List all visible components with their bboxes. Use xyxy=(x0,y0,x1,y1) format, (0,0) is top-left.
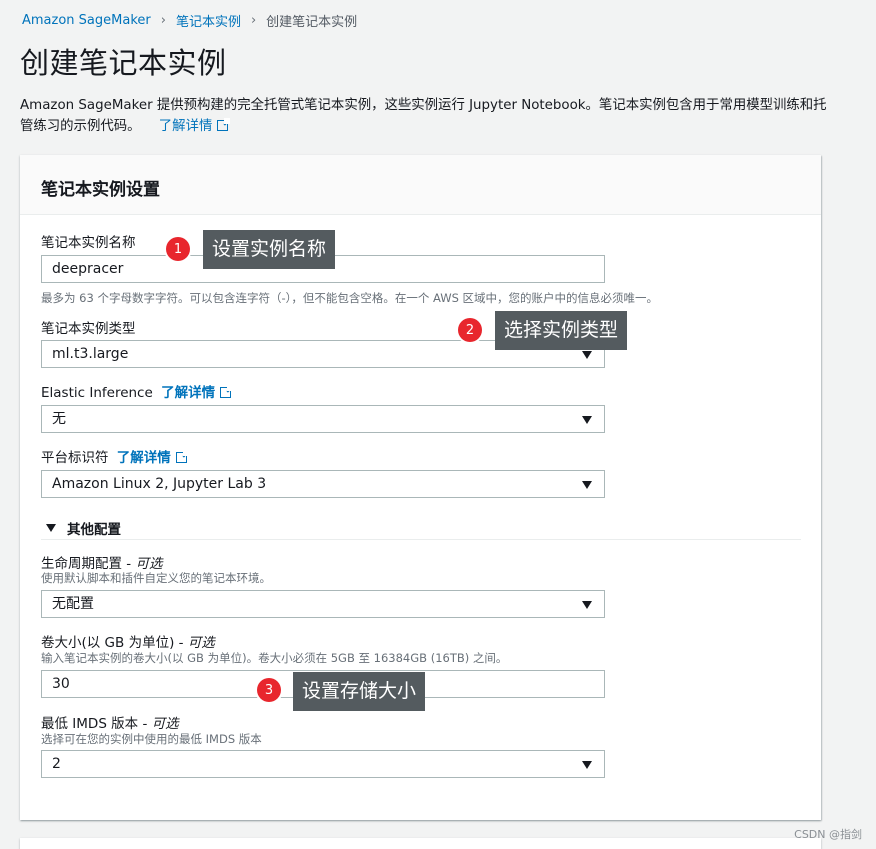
imds-label-text: 最低 IMDS 版本 - xyxy=(41,716,152,732)
caret-down-icon xyxy=(582,761,592,769)
lifecycle-value: 无配置 xyxy=(52,596,94,612)
instance-name-label: 笔记本实例名称 xyxy=(41,235,136,251)
elastic-inference-select[interactable]: 无 xyxy=(41,405,605,433)
instance-type-value: ml.t3.large xyxy=(52,346,129,362)
platform-learn-more-link[interactable]: 了解详情 xyxy=(116,450,189,466)
lifecycle-select[interactable]: 无配置 xyxy=(41,590,605,618)
page-title: 创建笔记本实例 xyxy=(20,46,227,80)
instance-type-label: 笔记本实例类型 xyxy=(41,321,136,337)
elastic-learn-more-label: 了解详情 xyxy=(161,385,216,401)
annotation-badge-3: 3 xyxy=(257,678,281,702)
notebook-settings-card: 笔记本实例设置 笔记本实例名称 最多为 63 个字母数字字符。可以包含连字符（-… xyxy=(20,155,821,820)
platform-label-text: 平台标识符 xyxy=(41,450,109,466)
elastic-inference-label-text: Elastic Inference xyxy=(41,385,153,401)
volume-optional: 可选 xyxy=(187,635,215,651)
page-description: Amazon SageMaker 提供预构建的完全托管式笔记本实例，这些实例运行… xyxy=(20,95,830,137)
elastic-inference-learn-more-link[interactable]: 了解详情 xyxy=(161,385,234,401)
imds-optional: 可选 xyxy=(151,716,179,732)
breadcrumb-parent-link[interactable]: 笔记本实例 xyxy=(176,11,241,30)
card-title: 笔记本实例设置 xyxy=(41,180,160,200)
instance-name-hint: 最多为 63 个字母数字字符。可以包含连字符（-），但不能包含空格。在一个 AW… xyxy=(41,291,659,305)
platform-value: Amazon Linux 2, Jupyter Lab 3 xyxy=(52,476,267,492)
volume-label-text: 卷大小(以 GB 为单位) - xyxy=(41,635,188,651)
imds-hint: 选择可在您的实例中使用的最低 IMDS 版本 xyxy=(41,732,262,746)
platform-learn-more-label: 了解详情 xyxy=(116,450,171,466)
imds-select[interactable]: 2 xyxy=(41,750,605,778)
learn-more-label: 了解详情 xyxy=(158,119,213,134)
imds-value: 2 xyxy=(52,756,61,772)
divider xyxy=(41,539,801,540)
next-card xyxy=(20,838,821,849)
chevron-right-icon: › xyxy=(160,13,166,28)
external-link-icon xyxy=(175,450,189,463)
card-header: 笔记本实例设置 xyxy=(20,155,821,215)
annotation-tooltip-3: 设置存储大小 xyxy=(293,672,426,711)
platform-label: 平台标识符 了解详情 xyxy=(41,446,189,466)
annotation-badge-1: 1 xyxy=(166,237,190,261)
learn-more-link[interactable]: 了解详情 xyxy=(158,118,231,134)
page: Amazon SageMaker › 笔记本实例 › 创建笔记本实例 创建笔记本… xyxy=(0,0,876,849)
lifecycle-hint: 使用默认脚本和插件自定义您的笔记本环境。 xyxy=(41,571,271,585)
volume-hint: 输入笔记本实例的卷大小(以 GB 为单位)。卷大小必须在 5GB 至 16384… xyxy=(41,651,508,665)
annotation-tooltip-2: 选择实例类型 xyxy=(495,311,628,350)
external-link-icon xyxy=(220,385,234,398)
caret-down-icon xyxy=(582,481,592,489)
breadcrumb: Amazon SageMaker › 笔记本实例 › 创建笔记本实例 xyxy=(22,11,357,30)
annotation-tooltip-1: 设置实例名称 xyxy=(203,230,336,269)
watermark: CSDN @指剑 xyxy=(794,828,862,841)
volume-label: 卷大小(以 GB 为单位) - 可选 xyxy=(41,631,215,651)
elastic-inference-label: Elastic Inference 了解详情 xyxy=(41,381,234,401)
lifecycle-label: 生命周期配置 - 可选 xyxy=(41,552,162,572)
platform-select[interactable]: Amazon Linux 2, Jupyter Lab 3 xyxy=(41,470,605,498)
elastic-inference-value: 无 xyxy=(52,411,66,427)
additional-config-toggle[interactable]: 其他配置 xyxy=(46,518,121,538)
description-text: Amazon SageMaker 提供预构建的完全托管式笔记本实例，这些实例运行… xyxy=(20,98,827,134)
breadcrumb-root-link[interactable]: Amazon SageMaker xyxy=(22,13,151,28)
additional-config-label: 其他配置 xyxy=(67,522,121,538)
caret-down-icon xyxy=(582,416,592,424)
breadcrumb-current: 创建笔记本实例 xyxy=(266,15,358,30)
caret-down-icon xyxy=(582,351,592,359)
annotation-badge-2: 2 xyxy=(458,318,482,342)
external-link-icon xyxy=(217,118,231,131)
caret-down-icon xyxy=(582,601,592,609)
imds-label: 最低 IMDS 版本 - 可选 xyxy=(41,712,179,732)
chevron-right-icon: › xyxy=(250,13,257,28)
caret-down-icon xyxy=(46,524,56,532)
